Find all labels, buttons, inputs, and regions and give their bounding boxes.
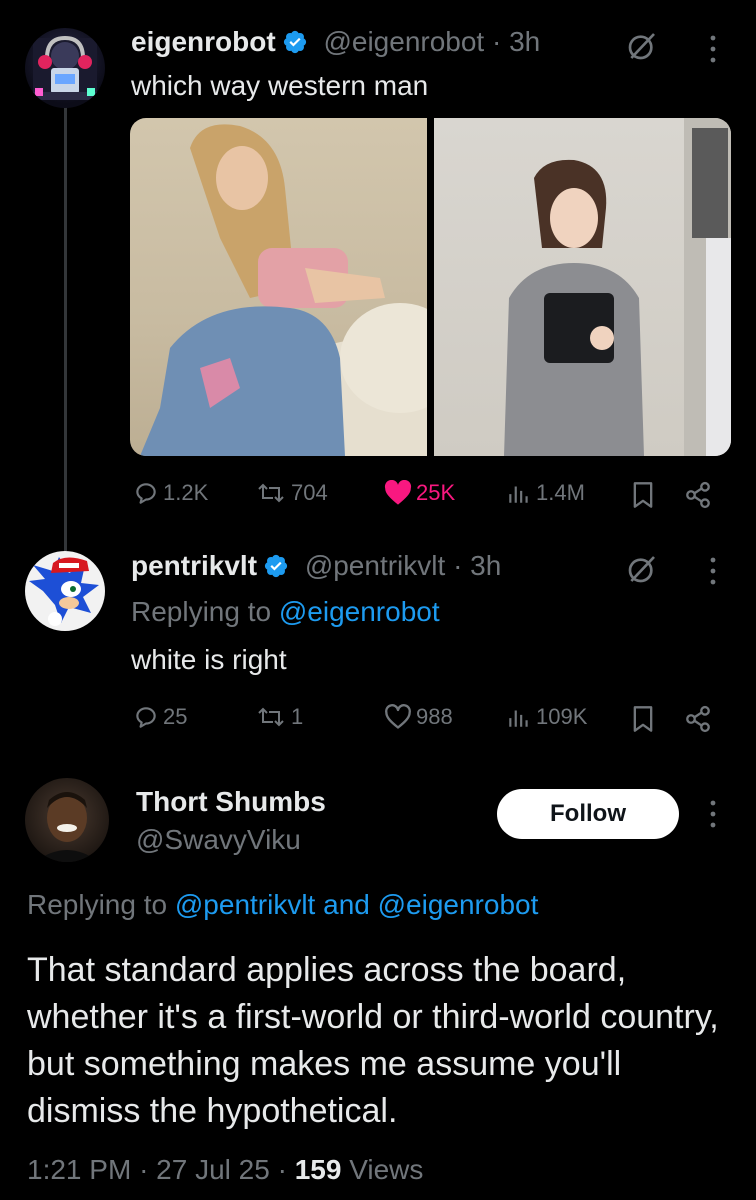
- retweet-icon: [258, 707, 284, 727]
- bookmark-icon[interactable]: [632, 481, 654, 509]
- grok-icon[interactable]: [626, 553, 658, 585]
- more-icon[interactable]: [706, 556, 720, 586]
- like-count: 988: [416, 704, 453, 729]
- bookmark-icon[interactable]: [632, 705, 654, 733]
- like-icon: [384, 480, 412, 505]
- follow-button[interactable]: Follow: [497, 789, 679, 839]
- tweet-image-left[interactable]: [130, 118, 427, 456]
- retweet-count: 704: [291, 480, 328, 505]
- like-button[interactable]: 25K: [384, 480, 455, 506]
- replying-prefix: Replying to: [27, 889, 168, 920]
- author-name[interactable]: pentrikvlt: [131, 550, 257, 581]
- views-count: 109K: [536, 704, 588, 729]
- like-button[interactable]: 988: [384, 704, 453, 730]
- reply-button[interactable]: 1.2K: [133, 480, 208, 506]
- author-handle[interactable]: @SwavyViku: [136, 824, 301, 856]
- like-count: 25K: [416, 480, 456, 505]
- share-icon[interactable]: [683, 705, 713, 733]
- avatar[interactable]: [25, 551, 105, 631]
- separator-dot: ·: [139, 1154, 149, 1185]
- views-label: Views: [349, 1154, 424, 1185]
- replying-to: Replying to @eigenrobot: [131, 596, 440, 628]
- reply-count: 25: [163, 704, 188, 729]
- reply-count: 1.2K: [163, 480, 209, 505]
- tweet-header: eigenrobot @eigenrobot · 3h: [131, 26, 540, 58]
- verified-badge-icon: [264, 554, 288, 578]
- woman-suit-photo-image: [504, 118, 731, 456]
- tweet-date[interactable]: 27 Jul 25: [156, 1154, 270, 1185]
- views-count: 1.4M: [536, 480, 585, 505]
- grok-icon[interactable]: [626, 30, 658, 62]
- share-icon[interactable]: [683, 481, 713, 509]
- timestamp[interactable]: 3h: [509, 26, 540, 57]
- separator-dot: ·: [453, 550, 463, 581]
- mention-link[interactable]: @eigenrobot: [378, 889, 539, 920]
- replying-prefix: Replying to: [131, 596, 272, 627]
- tweet-time[interactable]: 1:21 PM: [27, 1154, 131, 1185]
- tweet-text: That standard applies across the board, …: [27, 951, 719, 1130]
- views-count: 159: [294, 1154, 342, 1185]
- views-icon: [509, 710, 528, 727]
- retweet-count: 1: [291, 704, 304, 729]
- cartoon-avatar-image: [29, 557, 99, 626]
- author-name[interactable]: Thort Shumbs: [136, 786, 326, 818]
- reply-button[interactable]: 25: [133, 704, 187, 730]
- avatar[interactable]: [25, 778, 109, 862]
- avatar[interactable]: [25, 28, 105, 108]
- mention-link[interactable]: @eigenrobot: [279, 596, 440, 627]
- tweet-text: which way western man: [131, 70, 429, 101]
- woman-photo-image: [140, 124, 427, 456]
- robot-avatar-image: [29, 35, 101, 100]
- timestamp[interactable]: 3h: [470, 550, 501, 581]
- author-handle[interactable]: @pentrikvlt: [305, 550, 445, 581]
- author-handle[interactable]: @eigenrobot: [323, 26, 484, 57]
- tweet-text: white is right: [131, 644, 287, 675]
- reply-icon: [136, 707, 156, 728]
- replying-to: Replying to @pentrikvlt and @eigenrobot: [27, 889, 538, 921]
- mention-link[interactable]: @pentrikvlt: [175, 889, 315, 920]
- thread-line: [64, 106, 67, 551]
- tweet-meta: 1:21 PM · 27 Jul 25 · 159 Views: [27, 1154, 423, 1186]
- retweet-button[interactable]: 1: [255, 704, 303, 730]
- reply-icon: [136, 483, 156, 504]
- mention-and: and: [323, 889, 370, 920]
- separator-dot: ·: [492, 26, 502, 57]
- author-name[interactable]: eigenrobot: [131, 26, 276, 57]
- views-icon: [509, 486, 528, 503]
- views-button[interactable]: 1.4M: [506, 480, 585, 506]
- tweet-image-right[interactable]: [434, 118, 731, 456]
- views-button[interactable]: 109K: [506, 704, 587, 730]
- verified-badge-icon: [283, 30, 306, 54]
- more-icon[interactable]: [706, 34, 720, 64]
- like-icon: [385, 704, 411, 729]
- person-avatar-image: [35, 792, 99, 862]
- separator-dot: ·: [277, 1154, 287, 1185]
- retweet-icon: [258, 483, 284, 503]
- retweet-button[interactable]: 704: [255, 480, 328, 506]
- more-icon[interactable]: [706, 799, 720, 829]
- tweet-header: pentrikvlt @pentrikvlt · 3h: [131, 550, 501, 582]
